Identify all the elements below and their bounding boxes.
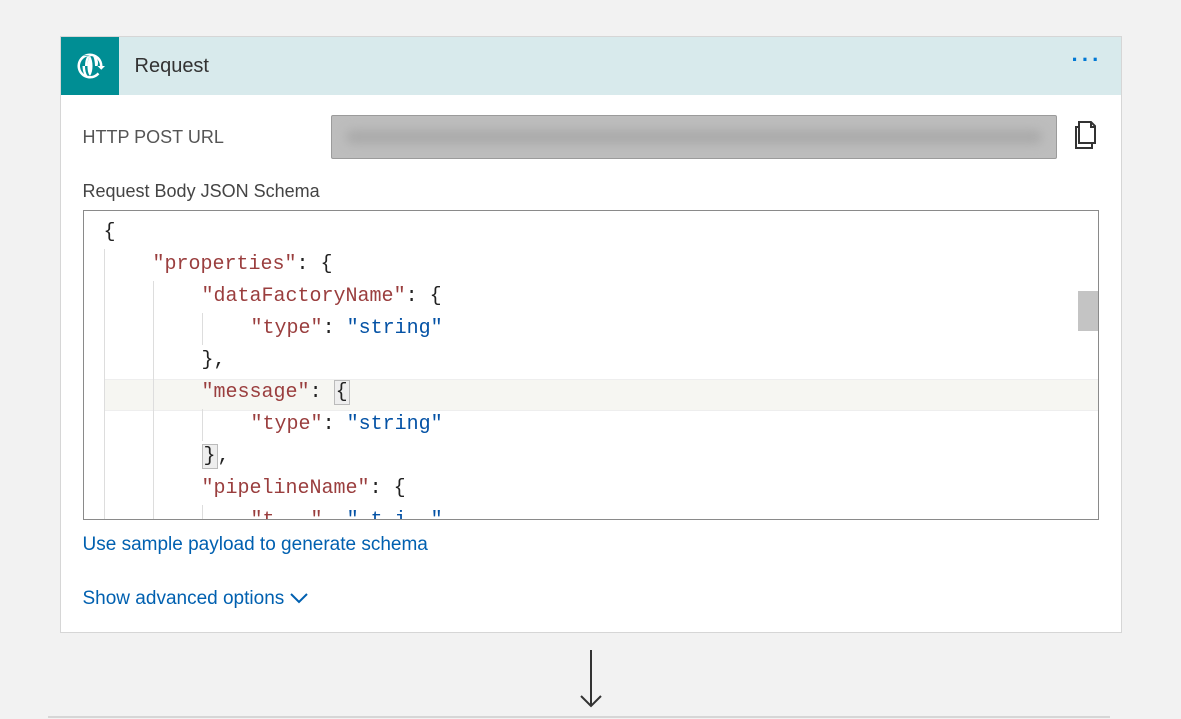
card-header: Request ··· <box>61 37 1121 95</box>
chevron-down-icon <box>290 588 308 610</box>
card-body: HTTP POST URL Request Body JSON Schema {… <box>61 95 1121 632</box>
http-post-url-row: HTTP POST URL <box>83 115 1099 159</box>
card-title: Request <box>135 55 210 78</box>
copy-url-button[interactable] <box>1075 121 1099 154</box>
request-icon-tile <box>61 37 119 95</box>
use-sample-payload-link[interactable]: Use sample payload to generate schema <box>83 534 428 556</box>
request-card: Request ··· HTTP POST URL Request Body J… <box>60 36 1122 633</box>
show-advanced-options-label: Show advanced options <box>83 588 285 610</box>
card-menu-button[interactable]: ··· <box>1072 55 1103 65</box>
editor-content[interactable]: { "properties": { "dataFactoryName": { "… <box>84 211 1098 520</box>
request-body-schema-label: Request Body JSON Schema <box>83 181 1099 202</box>
globe-arrow-icon <box>75 51 105 81</box>
next-step-outline <box>48 716 1110 718</box>
copy-icon <box>1075 121 1099 149</box>
json-schema-editor[interactable]: { "properties": { "dataFactoryName": { "… <box>83 210 1099 520</box>
arrow-down-icon <box>576 650 606 710</box>
http-post-url-label: HTTP POST URL <box>83 127 313 148</box>
http-post-url-field[interactable] <box>331 115 1057 159</box>
show-advanced-options-link[interactable]: Show advanced options <box>83 588 309 610</box>
editor-gutter <box>84 211 104 519</box>
editor-scrollbar[interactable] <box>1078 291 1098 331</box>
flow-connector <box>576 650 606 710</box>
